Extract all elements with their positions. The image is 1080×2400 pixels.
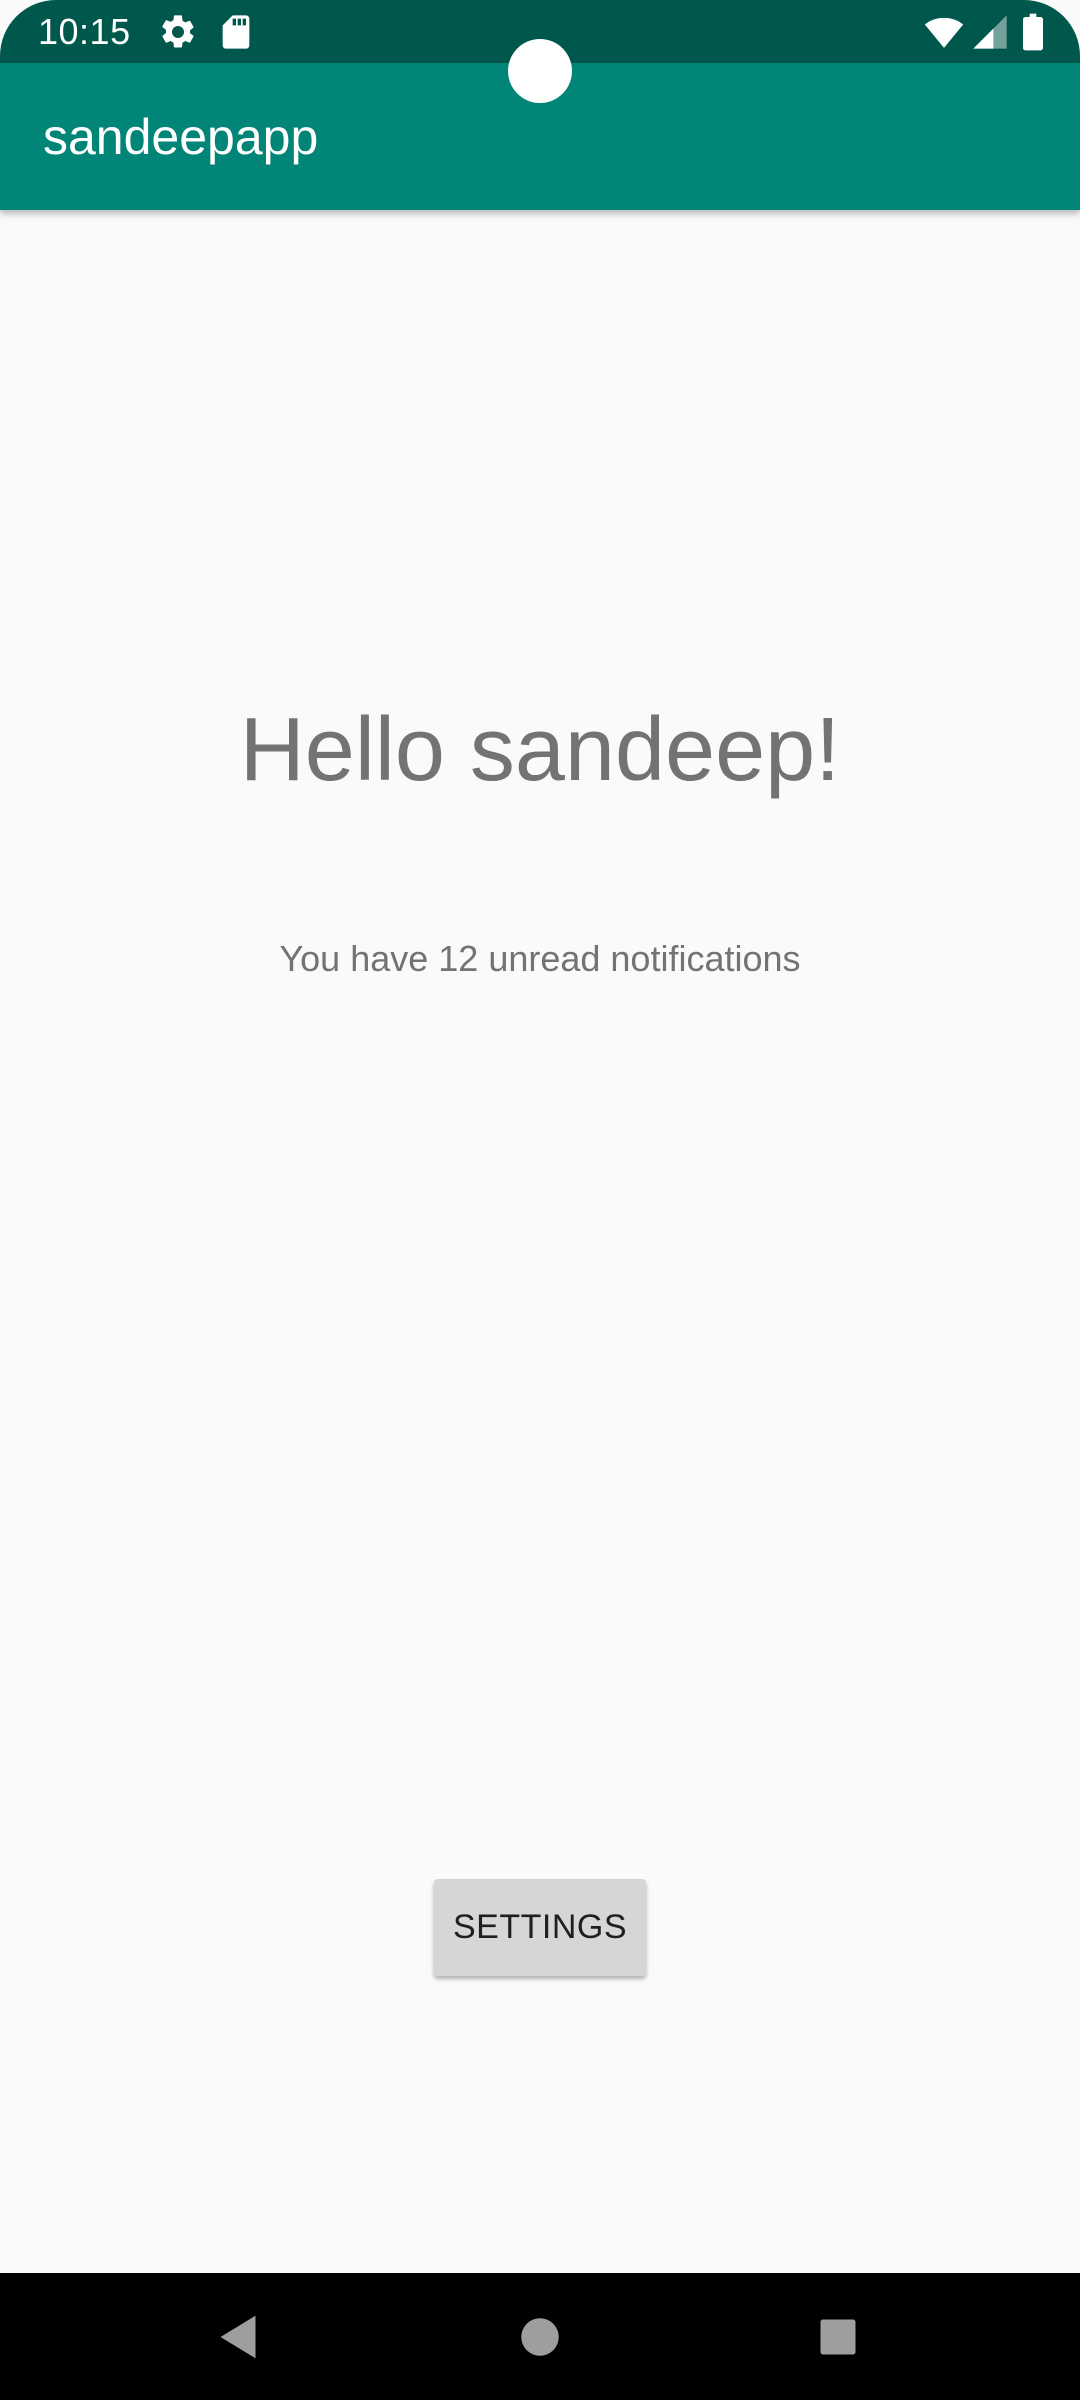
back-icon[interactable] bbox=[208, 2307, 268, 2367]
sd-card-icon bbox=[216, 12, 256, 52]
notifications-text: You have 12 unread notifications bbox=[279, 938, 801, 979]
wifi-icon bbox=[922, 12, 966, 52]
home-icon[interactable] bbox=[510, 2307, 570, 2367]
app-title: sandeepapp bbox=[43, 109, 319, 165]
cell-signal-icon bbox=[970, 12, 1010, 52]
status-time: 10:15 bbox=[38, 11, 131, 52]
settings-button[interactable]: SETTINGS bbox=[434, 1879, 646, 1976]
battery-icon bbox=[1018, 12, 1048, 52]
greeting-text: Hello sandeep! bbox=[239, 700, 841, 800]
main-content: Hello sandeep! You have 12 unread notifi… bbox=[0, 210, 1080, 2273]
front-camera-cutout bbox=[508, 39, 572, 103]
recents-icon[interactable] bbox=[808, 2307, 868, 2367]
navigation-bar bbox=[0, 2273, 1080, 2400]
phone-screen: 10:15 sandeepapp Hello sandeep! You have… bbox=[0, 0, 1080, 2400]
settings-gear-icon bbox=[158, 12, 198, 52]
